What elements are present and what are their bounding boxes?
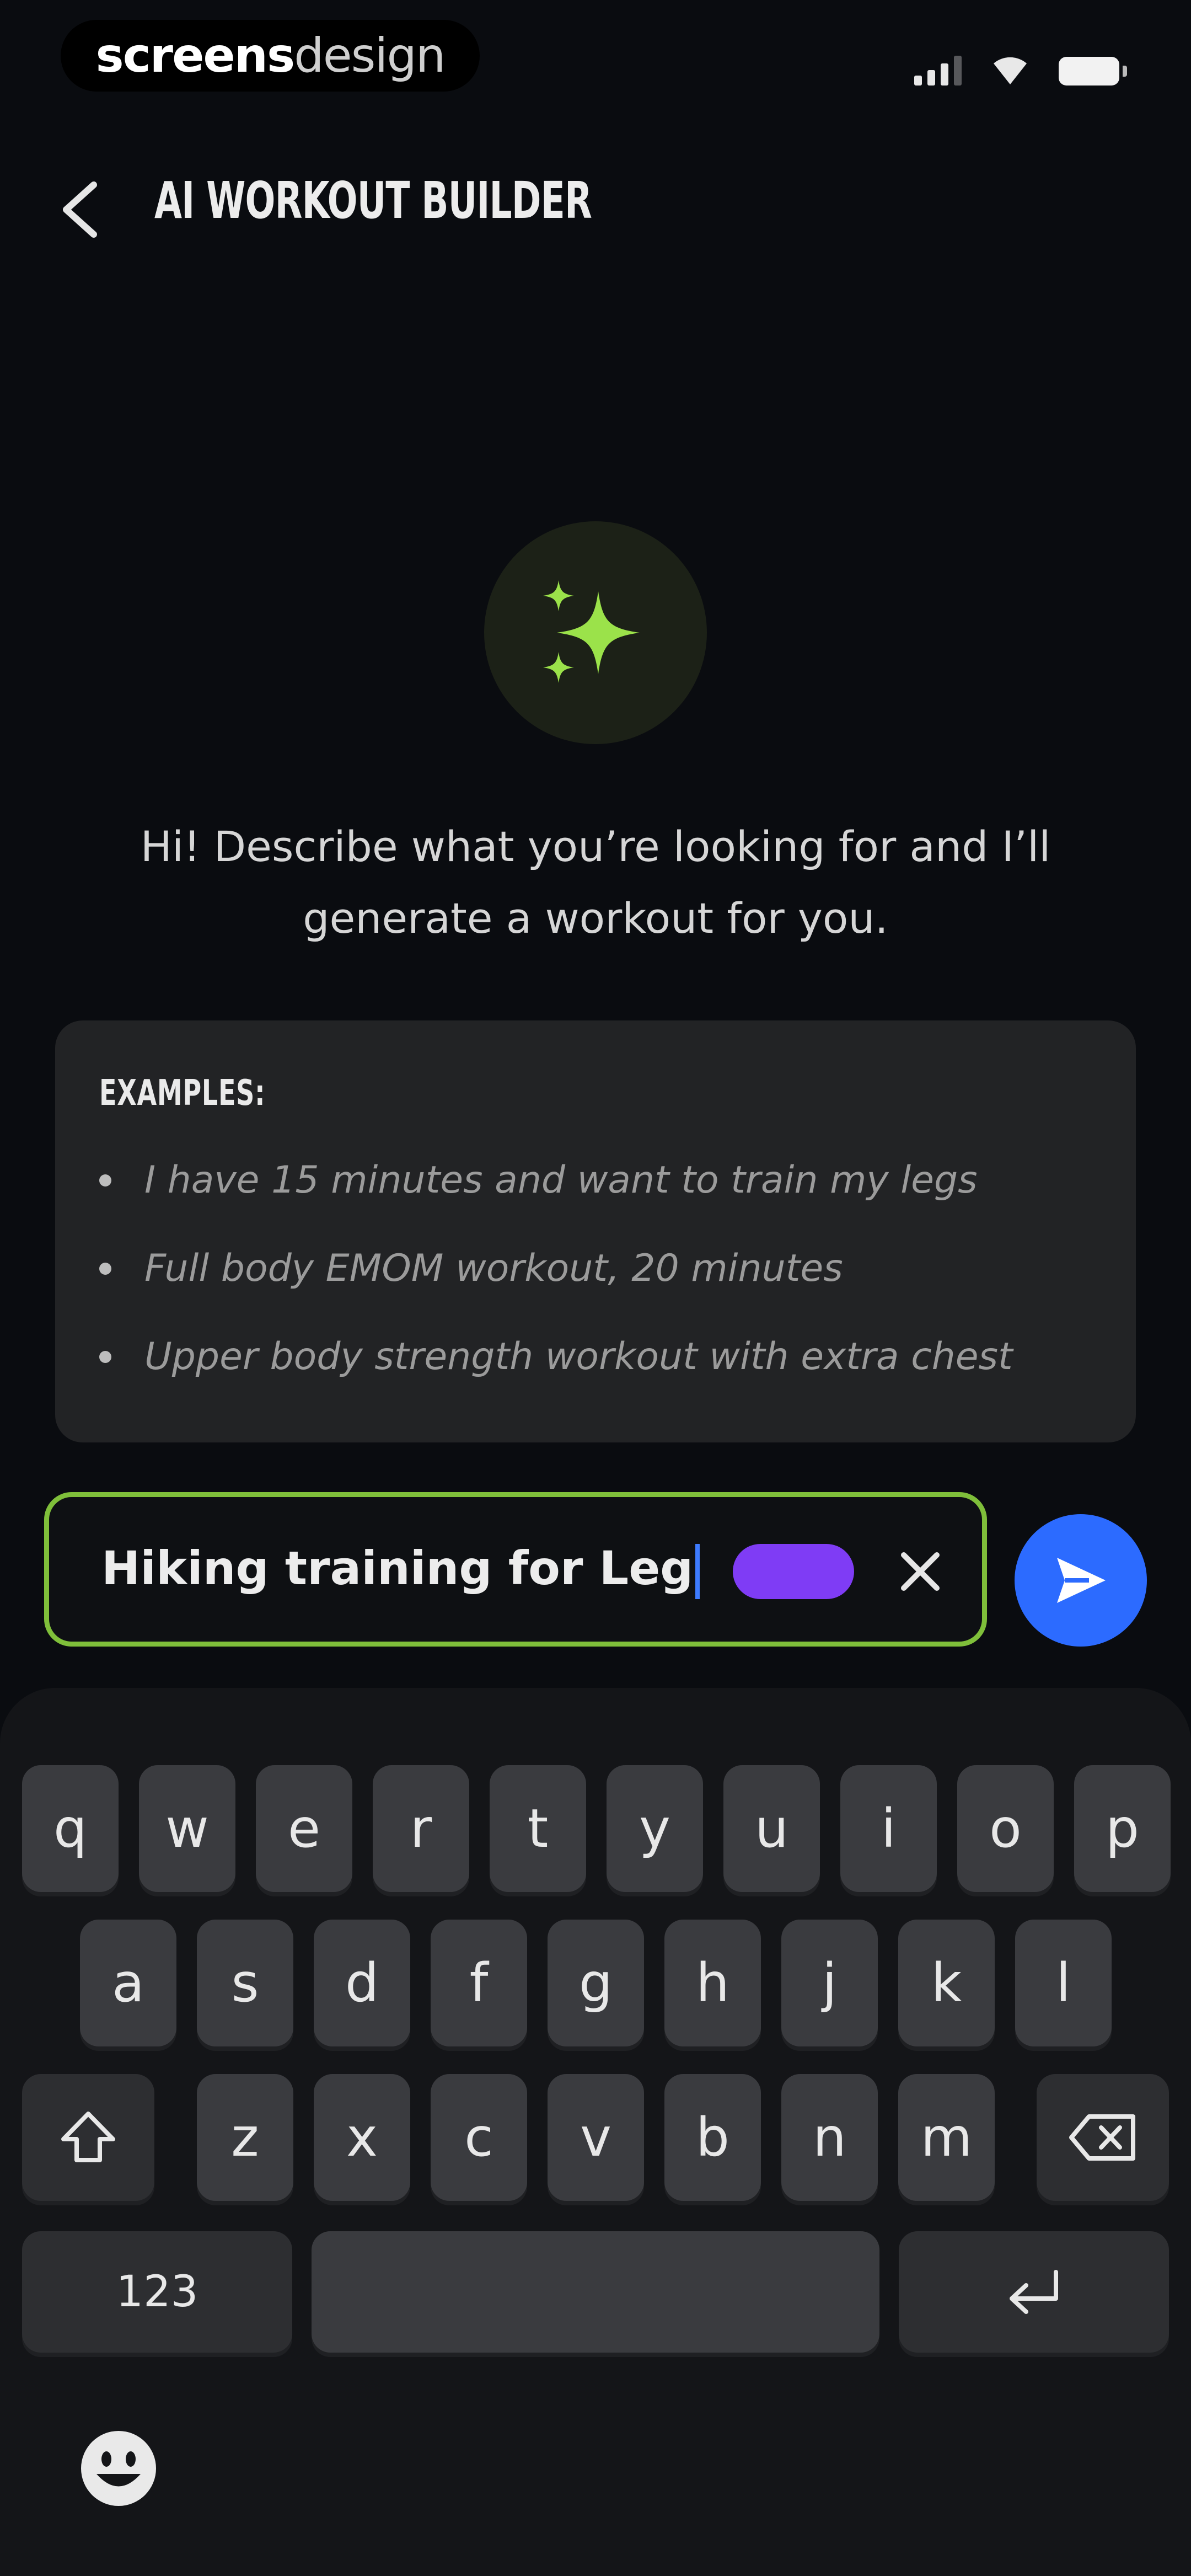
example-text: Full body EMOM workout, 20 minutes bbox=[144, 1247, 843, 1290]
backspace-key[interactable] bbox=[1037, 2074, 1169, 2201]
bullet-icon bbox=[99, 1262, 111, 1275]
intro-text: Hi! Describe what you’re looking for and… bbox=[66, 811, 1125, 954]
examples-card: EXAMPLES: I have 15 minutes and want to … bbox=[55, 1020, 1136, 1442]
bullet-icon bbox=[99, 1174, 111, 1187]
brand-light: design bbox=[294, 28, 446, 83]
key-u[interactable]: u bbox=[723, 1765, 820, 1892]
example-item[interactable]: Full body EMOM workout, 20 minutes bbox=[99, 1247, 843, 1290]
key-w[interactable]: w bbox=[139, 1765, 235, 1892]
key-y[interactable]: y bbox=[607, 1765, 703, 1892]
example-item[interactable]: Upper body strength workout with extra c… bbox=[99, 1335, 1013, 1378]
prompt-input-value: Hiking training for Leg bbox=[101, 1541, 694, 1595]
key-i[interactable]: i bbox=[840, 1765, 937, 1892]
shift-key[interactable] bbox=[22, 2074, 154, 2201]
key-q[interactable]: q bbox=[22, 1765, 119, 1892]
key-a[interactable]: a bbox=[80, 1920, 176, 2046]
key-f[interactable]: f bbox=[431, 1920, 527, 2046]
key-j[interactable]: j bbox=[781, 1920, 878, 2046]
backspace-icon bbox=[1069, 2114, 1135, 2161]
key-r[interactable]: r bbox=[373, 1765, 469, 1892]
wifi-icon bbox=[994, 57, 1027, 84]
key-l[interactable]: l bbox=[1015, 1920, 1112, 2046]
key-o[interactable]: o bbox=[957, 1765, 1054, 1892]
key-x[interactable]: x bbox=[314, 2074, 410, 2201]
brand-watermark: screens design bbox=[61, 20, 480, 92]
key-s[interactable]: s bbox=[197, 1920, 293, 2046]
brand-bold: screens bbox=[95, 28, 296, 83]
intro-line-2: generate a workout for you. bbox=[303, 894, 888, 943]
send-button[interactable] bbox=[1015, 1514, 1147, 1647]
signal-icon bbox=[914, 52, 962, 85]
key-n[interactable]: n bbox=[781, 2074, 878, 2201]
emoji-icon[interactable] bbox=[77, 2427, 160, 2510]
key-m[interactable]: m bbox=[898, 2074, 995, 2201]
close-icon[interactable] bbox=[893, 1544, 948, 1599]
key-p[interactable]: p bbox=[1074, 1765, 1171, 1892]
key-e[interactable]: e bbox=[256, 1765, 352, 1892]
key-z[interactable]: z bbox=[197, 2074, 293, 2201]
input-badge bbox=[733, 1544, 854, 1599]
key-t[interactable]: t bbox=[490, 1765, 586, 1892]
text-caret bbox=[695, 1544, 700, 1600]
status-icons bbox=[914, 47, 1127, 85]
send-icon bbox=[1057, 1558, 1106, 1603]
example-text: I have 15 minutes and want to train my l… bbox=[144, 1158, 978, 1202]
shift-icon bbox=[61, 2112, 115, 2162]
return-icon bbox=[1010, 2270, 1058, 2314]
prompt-input[interactable]: Hiking training for Leg bbox=[44, 1492, 987, 1647]
space-key[interactable] bbox=[312, 2231, 879, 2353]
intro-line-1: Hi! Describe what you’re looking for and… bbox=[140, 822, 1051, 871]
key-c[interactable]: c bbox=[431, 2074, 527, 2201]
key-b[interactable]: b bbox=[664, 2074, 761, 2201]
key-k[interactable]: k bbox=[898, 1920, 995, 2046]
prompt-input-text[interactable]: Hiking training for Leg bbox=[101, 1541, 700, 1600]
page-title: AI WORKOUT BUILDER bbox=[154, 171, 592, 230]
key-g[interactable]: g bbox=[548, 1920, 644, 2046]
return-key[interactable] bbox=[899, 2231, 1169, 2353]
sparkles-icon bbox=[543, 580, 640, 683]
key-v[interactable]: v bbox=[548, 2074, 644, 2201]
bullet-icon bbox=[99, 1350, 111, 1363]
key-h[interactable]: h bbox=[664, 1920, 761, 2046]
sparkle-badge bbox=[484, 521, 707, 744]
battery-icon bbox=[1059, 57, 1127, 85]
numbers-key[interactable]: 123 bbox=[22, 2231, 292, 2353]
example-text: Upper body strength workout with extra c… bbox=[144, 1335, 1013, 1378]
key-d[interactable]: d bbox=[314, 1920, 410, 2046]
example-item[interactable]: I have 15 minutes and want to train my l… bbox=[99, 1158, 978, 1202]
examples-title: EXAMPLES: bbox=[99, 1073, 266, 1114]
chevron-left-icon[interactable] bbox=[55, 174, 105, 245]
keyboard: q w e r t y u i o p a s d f g h j k l z … bbox=[0, 1688, 1191, 2576]
